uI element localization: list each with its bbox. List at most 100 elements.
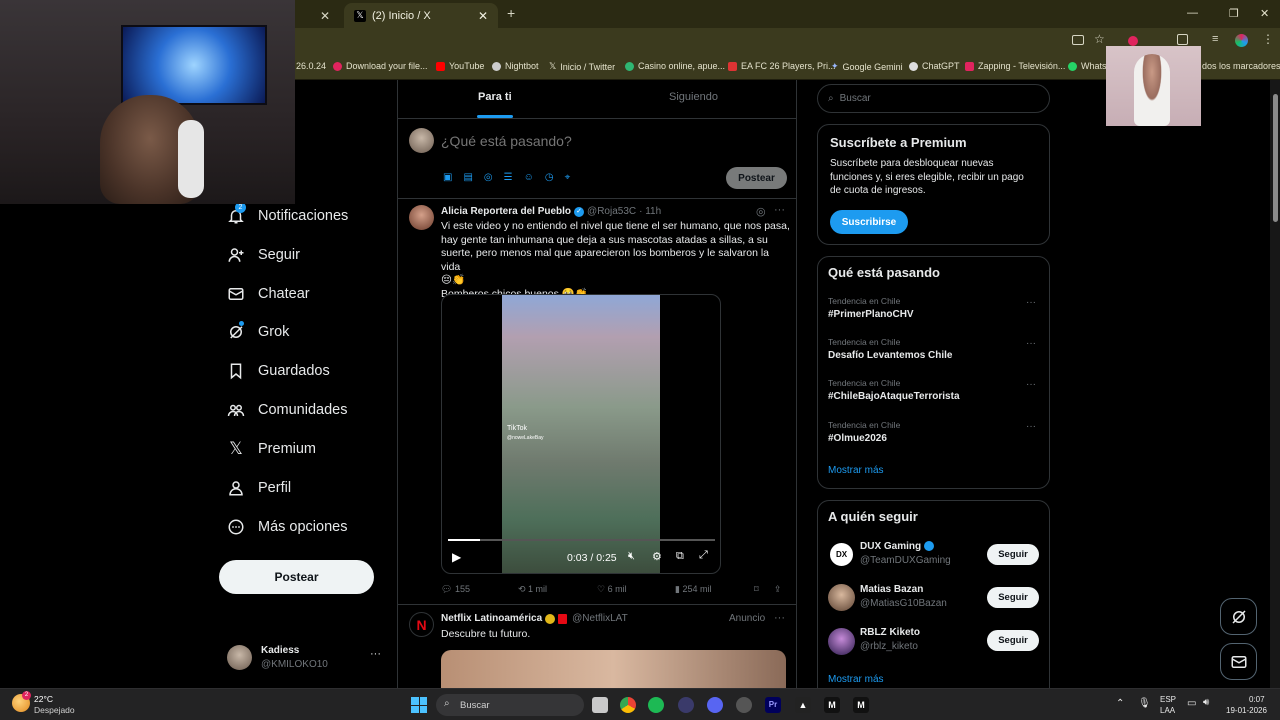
- schedule-icon[interactable]: ◷: [545, 172, 554, 183]
- share-icon[interactable]: ⇪: [774, 584, 782, 595]
- trend-item[interactable]: #Olmue2026: [828, 433, 887, 444]
- all-bookmarks[interactable]: dos los marcadores: [1202, 61, 1280, 71]
- bookmark-item[interactable]: Zapping - Televisión...: [965, 61, 1065, 71]
- bookmark-item[interactable]: EA FC 26 Players, Pri...: [728, 61, 836, 71]
- nav-item-more[interactable]: Más opciones: [226, 511, 347, 543]
- close-window-icon[interactable]: ✕: [1260, 7, 1269, 20]
- messages-fab-button[interactable]: [1220, 643, 1257, 680]
- bookmark-item[interactable]: ✦ Google Gemini: [831, 61, 903, 72]
- mute-icon[interactable]: 🔇︎: [628, 550, 635, 563]
- browser-tab-active[interactable]: 𝕏 (2) Inicio / X ✕: [344, 3, 498, 28]
- more-icon[interactable]: ···: [1026, 379, 1036, 390]
- nav-item-premium[interactable]: 𝕏 Premium: [226, 433, 316, 465]
- discord-icon[interactable]: [707, 697, 723, 713]
- avatar[interactable]: DX: [828, 541, 855, 568]
- grok-fab-button[interactable]: [1220, 598, 1257, 635]
- follow-button[interactable]: Seguir: [987, 630, 1039, 651]
- show-more-follow-link[interactable]: Mostrar más: [828, 674, 884, 685]
- show-more-trends-link[interactable]: Mostrar más: [828, 465, 884, 476]
- follow-name[interactable]: Matias Bazan: [860, 584, 923, 595]
- bookmark-item[interactable]: 26.0.24: [296, 61, 326, 71]
- follow-name[interactable]: DUX Gaming: [860, 541, 934, 552]
- minimize-icon[interactable]: —: [1187, 7, 1198, 19]
- tweet-time[interactable]: · 11h: [639, 206, 661, 217]
- repost-button[interactable]: ⟲ 1 mil: [518, 584, 547, 595]
- bookmark-item[interactable]: Download your file...: [333, 61, 428, 71]
- video-player[interactable]: TikTok @noweLakeBay ▶ 0:03 / 0:25 🔇︎ ⚙ ⧉…: [441, 294, 721, 574]
- tray-chevron-icon[interactable]: ⌃: [1116, 698, 1124, 709]
- nav-item-chat[interactable]: Chatear: [226, 278, 310, 310]
- restore-icon[interactable]: ❐: [1229, 7, 1239, 20]
- star-icon[interactable]: ☆: [1094, 32, 1105, 46]
- keyboard-layout[interactable]: LAA: [1160, 706, 1175, 715]
- play-icon[interactable]: ▶: [452, 550, 461, 564]
- scrollbar-thumb[interactable]: [1273, 94, 1278, 222]
- netflix-avatar[interactable]: N: [409, 612, 434, 637]
- bookmark-icon[interactable]: ⌑: [754, 584, 759, 595]
- video-progress-track[interactable]: [448, 539, 715, 541]
- follow-button[interactable]: Seguir: [987, 544, 1039, 565]
- author-handle[interactable]: @NetflixLAT: [572, 613, 628, 624]
- scrollbar[interactable]: [1270, 80, 1280, 688]
- bookmark-item[interactable]: Nightbot: [492, 61, 539, 71]
- tab-for-you[interactable]: Para ti: [478, 91, 512, 103]
- nav-item-profile[interactable]: Perfil: [226, 472, 291, 504]
- taskbar-search[interactable]: ⌕ Buscar: [436, 694, 584, 716]
- app-icon[interactable]: ▲: [795, 697, 811, 713]
- views-button[interactable]: ▮ 254 mil: [675, 584, 711, 595]
- avatar[interactable]: [828, 584, 855, 611]
- language-code[interactable]: ESP: [1160, 695, 1176, 704]
- obs-icon[interactable]: [736, 697, 752, 713]
- grok-explain-icon[interactable]: ◎: [756, 205, 766, 218]
- author-name[interactable]: Netflix Latinoamérica: [441, 613, 542, 624]
- bookmark-item[interactable]: ChatGPT: [909, 61, 960, 71]
- grok-icon[interactable]: ◎: [484, 172, 493, 183]
- bookmark-item[interactable]: Casino online, apue...: [625, 61, 725, 71]
- nav-item-grok[interactable]: Grok: [226, 316, 289, 348]
- profile-avatar-icon[interactable]: [1235, 34, 1248, 47]
- kebab-menu-icon[interactable]: ⋮: [1262, 32, 1274, 46]
- chrome-icon[interactable]: [620, 697, 636, 713]
- reply-button[interactable]: 💬︎ 155: [441, 584, 470, 595]
- account-switcher[interactable]: Kadiess @KMILOKO10 ···: [219, 638, 385, 678]
- fullscreen-icon[interactable]: ⤢: [699, 549, 708, 562]
- extension-icon[interactable]: [1128, 36, 1138, 46]
- more-icon[interactable]: ···: [1026, 421, 1036, 432]
- follow-button[interactable]: Seguir: [987, 587, 1039, 608]
- like-button[interactable]: ♡ 6 mil: [597, 584, 627, 595]
- bookmark-item[interactable]: YouTube: [436, 61, 484, 71]
- settings-icon[interactable]: ⚙: [652, 550, 662, 563]
- author-name[interactable]: Alicia Reportera del Pueblo: [441, 206, 571, 217]
- avatar[interactable]: [409, 205, 434, 230]
- media-controls-icon[interactable]: ≡: [1212, 33, 1218, 45]
- trend-item[interactable]: #ChileBajoAtaqueTerrorista: [828, 391, 960, 402]
- close-tab-icon[interactable]: ✕: [320, 9, 330, 23]
- avatar[interactable]: [828, 628, 855, 655]
- more-icon[interactable]: ···: [1026, 297, 1036, 308]
- app-icon[interactable]: [678, 697, 694, 713]
- emoji-icon[interactable]: ☺: [524, 172, 534, 183]
- follow-name[interactable]: RBLZ Kiketo: [860, 627, 920, 638]
- close-tab-icon[interactable]: ✕: [478, 9, 488, 23]
- poll-icon[interactable]: ☰: [504, 172, 513, 183]
- microphone-icon[interactable]: 🎙︎: [1138, 698, 1151, 709]
- pip-icon[interactable]: ⧉: [676, 550, 684, 563]
- network-icon[interactable]: ▭: [1187, 698, 1196, 709]
- bookmark-item[interactable]: 𝕏 Inicio / Twitter: [549, 61, 615, 72]
- nav-item-communities[interactable]: Comunidades: [226, 394, 347, 426]
- more-icon[interactable]: ···: [774, 612, 785, 624]
- more-icon[interactable]: ···: [1026, 338, 1036, 349]
- compose-input[interactable]: [441, 131, 741, 151]
- search-box[interactable]: ⌕ Buscar: [817, 84, 1050, 113]
- clock-time[interactable]: 0:07: [1249, 695, 1265, 704]
- volume-icon[interactable]: 🔊︎: [1203, 697, 1209, 708]
- author-handle[interactable]: @Roja53C: [587, 206, 636, 217]
- more-icon[interactable]: ···: [774, 204, 785, 216]
- nav-item-notifications[interactable]: 2 Notificaciones: [226, 200, 348, 232]
- post-button[interactable]: Postear: [219, 560, 374, 594]
- puzzle-icon[interactable]: [1177, 34, 1188, 45]
- more-icon[interactable]: ···: [370, 648, 381, 660]
- trend-item[interactable]: #PrimerPlanoCHV: [828, 309, 914, 320]
- nav-item-bookmarks[interactable]: Guardados: [226, 355, 330, 387]
- image-icon[interactable]: ▣: [443, 172, 452, 183]
